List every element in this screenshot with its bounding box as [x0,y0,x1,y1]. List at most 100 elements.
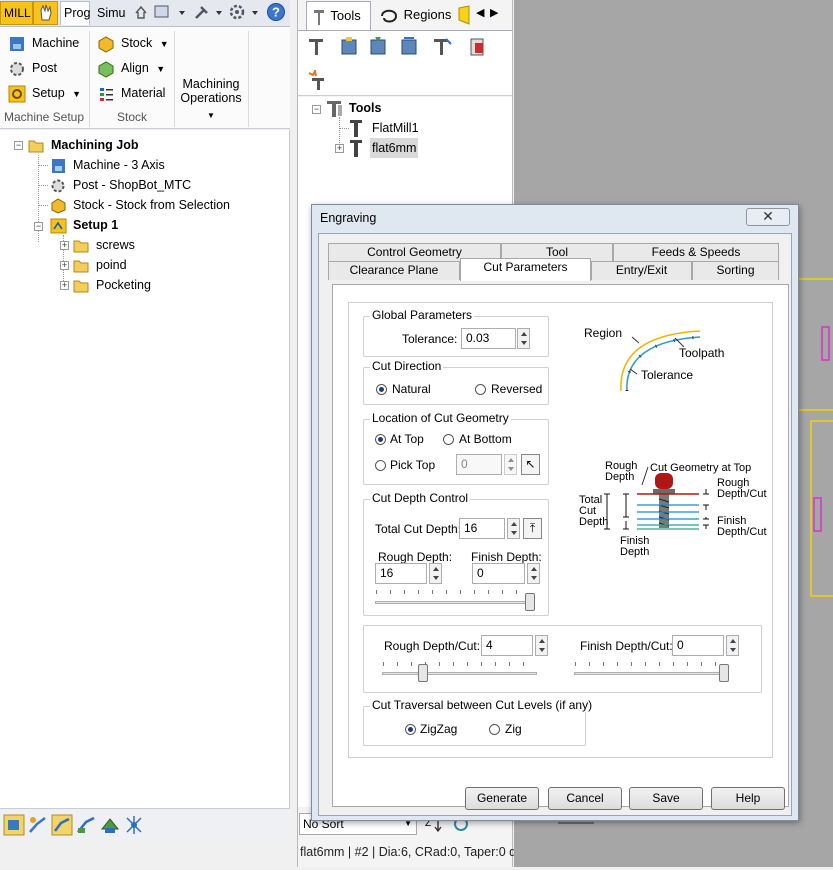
pick-top-radio[interactable] [375,460,386,471]
pick-top-spinner[interactable] [504,454,517,475]
machine-sim-icon[interactable] [99,814,121,836]
finish-depth-spinner[interactable] [527,563,540,584]
tools-tree-collapse[interactable]: − [312,105,321,114]
at-top-radio[interactable] [375,434,386,445]
diagram-tolerance-label: Tolerance [641,368,693,382]
tree-node-machine[interactable]: Machine - 3 Axis [50,155,165,175]
hand-tool-icon[interactable] [33,1,58,25]
tab-tools[interactable]: Tools [306,1,371,31]
tool-star-filter-icon[interactable] [306,70,328,92]
tree-node-machining-job[interactable]: Machining Job [28,135,139,155]
tab-prog[interactable]: Prog [60,1,90,25]
tool-item-flat6mm[interactable]: flat6mm [370,138,419,158]
finish-per-cut-slider-track[interactable] [574,672,729,675]
post-button[interactable]: Post [8,57,57,79]
stock-button[interactable]: Stock ▼ [97,32,169,54]
tree-collapse-root[interactable]: − [14,141,23,150]
depth-slider-track[interactable] [375,601,535,604]
tree-label-stock: Stock - Stock from Selection [73,198,231,212]
help-button[interactable]: Help [711,787,785,810]
machining-job-icon[interactable] [3,814,25,836]
depth-slider-thumb[interactable] [525,593,535,611]
total-cut-depth-input[interactable]: 16 [459,518,505,539]
cut-depth-title: Cut Depth Control [370,491,471,505]
cancel-button[interactable]: Cancel [548,787,622,810]
natural-radio[interactable] [376,384,387,395]
setup-button[interactable]: Setup ▼ [8,82,81,104]
tool-expand-flat6mm[interactable]: + [335,144,344,153]
dialog-close-button[interactable]: ✕ [746,208,790,226]
cut-parameters-page: Global Parameters Tolerance: 0.03 Cut Di… [332,284,789,807]
tree-node-stock[interactable]: Stock - Stock from Selection [50,195,230,215]
tolerance-spinner[interactable] [517,328,530,349]
home-icon[interactable] [134,4,148,20]
tab-cut-parameters[interactable]: Cut Parameters [460,258,591,281]
tab-simu[interactable]: Simu [93,1,127,25]
create-tool-icon[interactable] [338,36,360,58]
tree-node-post[interactable]: Post - ShopBot_MTC [50,175,191,195]
pick-cursor-button[interactable]: ↖ [521,454,540,475]
save-button[interactable]: Save [629,787,703,810]
tree-label-post: Post - ShopBot_MTC [73,178,192,192]
rough-per-cut-slider-thumb[interactable] [418,664,429,682]
tab-mill[interactable]: MILL [0,1,33,25]
tool-filter-icon[interactable] [306,36,328,58]
rough-per-cut-slider-track[interactable] [382,672,537,675]
machining-operations-button[interactable]: Machining Operations ▼ [176,77,246,120]
tab-clearance-plane[interactable]: Clearance Plane [328,261,460,280]
operations-icon[interactable] [27,814,49,836]
load-tool-icon[interactable] [367,36,389,58]
tools-tree-root[interactable]: Tools [349,98,381,118]
measure-depth-button[interactable]: ⤒ [523,518,542,539]
setup-icon [8,85,26,103]
window-dropdown-icon[interactable] [153,3,189,21]
align-button[interactable]: Align ▼ [97,57,165,79]
tolerance-input[interactable]: 0.03 [461,328,516,349]
tool-properties-icon[interactable] [431,36,453,58]
generate-button[interactable]: Generate [465,787,539,810]
tab-scroll-left-icon[interactable]: ◀ [476,6,484,19]
tree-node-folder-poind[interactable]: poind [73,255,127,275]
at-bottom-radio[interactable] [443,434,454,445]
tree-expand-screws[interactable]: + [60,241,69,250]
hammer-icon[interactable] [192,3,226,21]
finish-depth-per-cut-input[interactable]: 0 [672,635,724,656]
pick-top-input[interactable]: 0 [456,454,502,475]
help-icon[interactable]: ? [266,2,286,22]
tab-scroll-right-icon[interactable]: ▶ [490,6,498,19]
rough-depth-per-cut-input[interactable]: 4 [481,635,533,656]
delete-tool-icon[interactable] [466,36,488,58]
toolpath-icon[interactable] [51,814,73,836]
tree-collapse-setup[interactable]: − [34,222,43,231]
tree-node-folder-pocketing[interactable]: Pocketing [73,275,151,295]
regions-icon [381,9,398,23]
finish-depth-input[interactable]: 0 [472,563,525,584]
tool-item-flatmill1[interactable]: FlatMill1 [372,118,419,138]
finish-depth-per-cut-spinner[interactable] [726,635,739,656]
tab-regions[interactable]: Regions [374,1,454,31]
tab-entry-exit[interactable]: Entry/Exit [591,261,692,280]
tree-expand-poind[interactable]: + [60,261,69,270]
total-cut-depth-spinner[interactable] [507,518,520,539]
tree-expand-pocketing[interactable]: + [60,281,69,290]
diagram-cut-geometry-top: Cut Geometry at Top [650,462,751,474]
machine-button[interactable]: Machine [8,32,79,54]
finish-per-cut-slider-thumb[interactable] [719,664,729,682]
tab-sorting[interactable]: Sorting [692,261,779,280]
rough-depth-per-cut-spinner[interactable] [535,635,548,656]
reversed-radio[interactable] [475,384,486,395]
tab-regions-label: Regions [403,7,452,22]
tree-node-folder-screws[interactable]: screws [73,235,135,255]
zigzag-radio[interactable] [405,724,416,735]
simulation-icon[interactable] [75,814,97,836]
tab-feeds-speeds[interactable]: Feeds & Speeds [613,243,779,262]
rough-depth-input[interactable]: 16 [375,563,427,584]
save-tool-icon[interactable] [398,36,420,58]
network-icon[interactable] [123,814,145,836]
gear-icon[interactable] [228,3,262,21]
tree-node-setup-1[interactable]: Setup 1 [50,215,118,235]
reversed-label: Reversed [491,382,543,396]
zig-radio[interactable] [489,724,500,735]
rough-depth-spinner[interactable] [429,563,442,584]
material-button[interactable]: Material [97,82,165,104]
